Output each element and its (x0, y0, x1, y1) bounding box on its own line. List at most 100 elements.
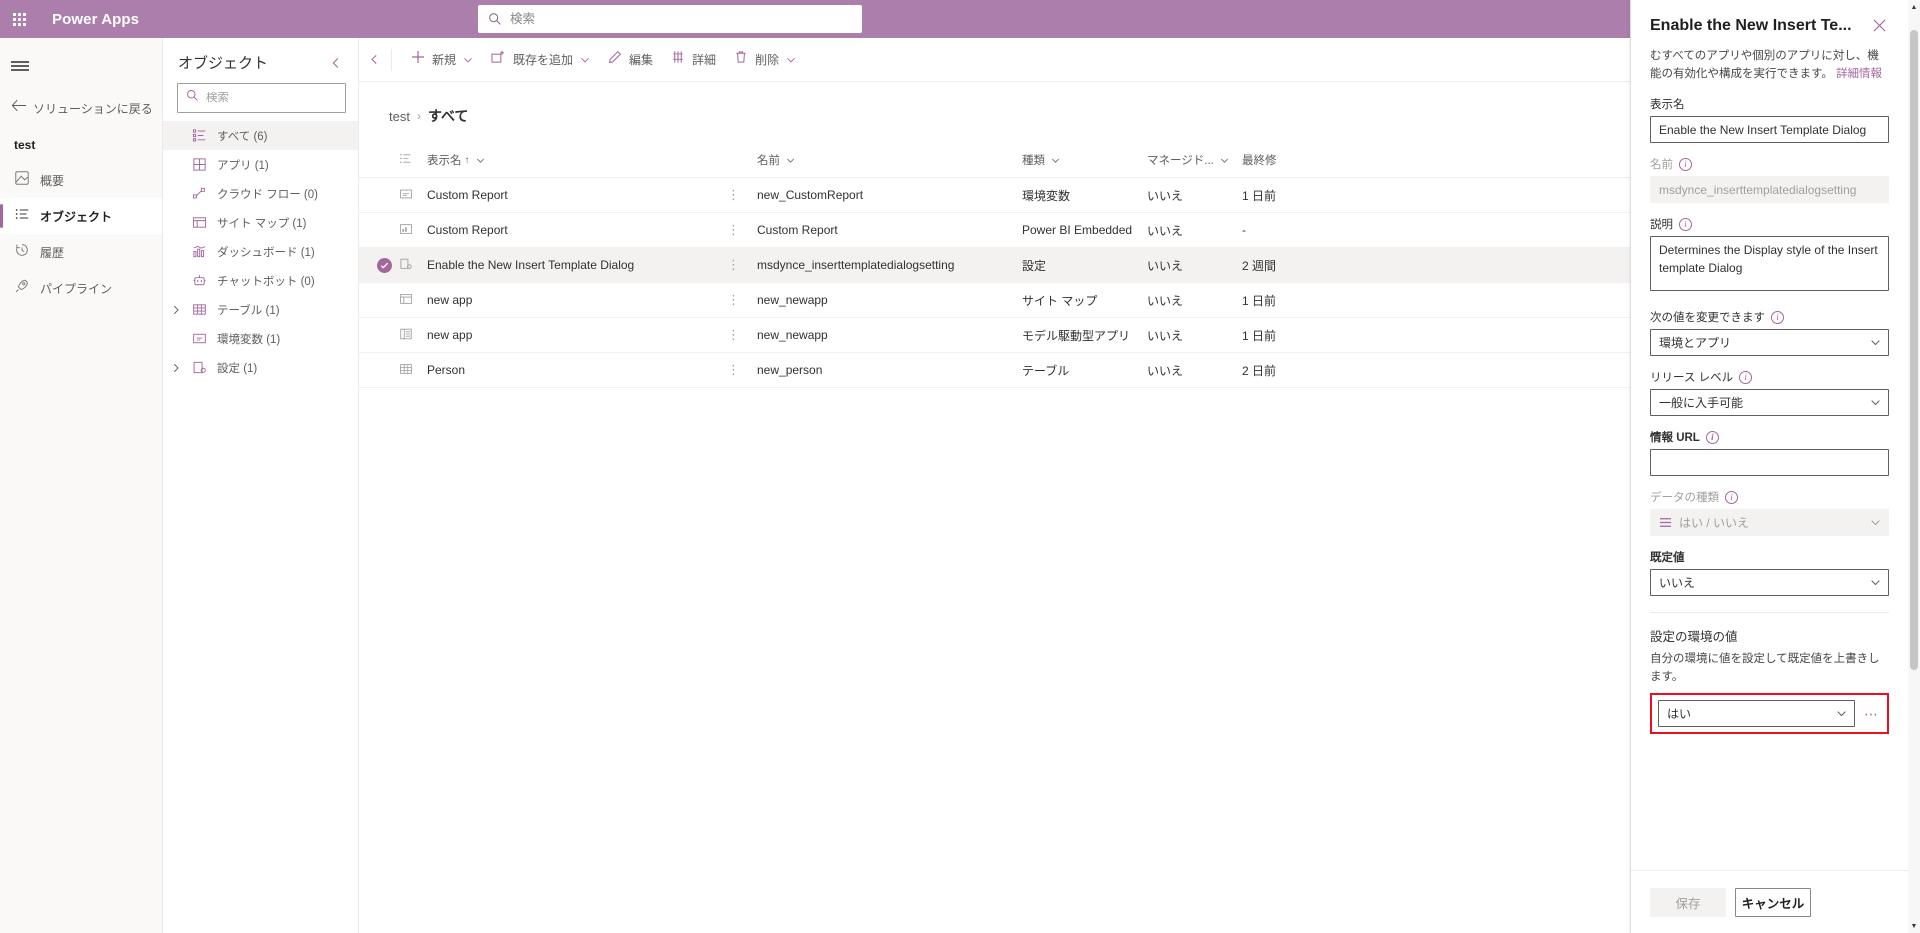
object-item-settings[interactable]: 設定 (1) (163, 353, 358, 382)
row-more-options[interactable]: ⋮ (727, 212, 757, 248)
row-display-name[interactable]: Person (427, 352, 727, 388)
object-item-environment-variables[interactable]: 環境変数 (1) (163, 324, 358, 353)
close-x-icon[interactable] (1862, 16, 1889, 35)
breadcrumb-root[interactable]: test (389, 109, 410, 124)
rocket-pipeline-icon (14, 278, 30, 299)
learn-more-link[interactable]: 詳細情報 (1836, 68, 1882, 80)
sidebar-item-pipelines[interactable]: パイプライン (0, 270, 162, 306)
edit-label: 編集 (629, 53, 654, 67)
object-item-sitemap[interactable]: サイト マップ (1) (163, 208, 358, 237)
row-display-name[interactable]: new app (427, 282, 727, 318)
global-search-box[interactable] (478, 5, 862, 33)
breadcrumb-current: すべて (427, 108, 469, 124)
info-icon[interactable]: i (1771, 310, 1784, 324)
chevron-down-icon[interactable] (1836, 700, 1847, 727)
search-input[interactable] (510, 12, 852, 26)
info-icon[interactable]: i (1679, 217, 1692, 231)
object-item-tables[interactable]: テーブル (1) (163, 295, 358, 324)
checkmark-selected-icon[interactable] (377, 257, 392, 273)
row-display-name[interactable]: Custom Report (427, 177, 727, 213)
row-more-options[interactable]: ⋮ (727, 247, 757, 283)
chevron-down-icon[interactable] (463, 55, 473, 65)
chevron-down-icon[interactable] (476, 156, 485, 165)
object-label-settings: 設定 (1) (217, 362, 258, 375)
sidebar-item-overview[interactable]: 概要 (0, 162, 162, 198)
objects-search-input[interactable] (206, 92, 337, 104)
chevron-down-icon[interactable] (1870, 329, 1881, 356)
sidebar-item-history[interactable]: 履歴 (0, 234, 162, 270)
column-managed[interactable]: マネージド... (1147, 152, 1242, 178)
info-icon[interactable]: i (1739, 370, 1753, 384)
panel-scrollbar[interactable]: ▲ ▼ (1908, 0, 1920, 933)
column-select-all[interactable] (359, 152, 399, 178)
release-level-dropdown[interactable]: 一般に入手可能 (1650, 389, 1889, 417)
env-value-more-icon[interactable]: ⋯ (1861, 707, 1881, 721)
object-item-apps[interactable]: アプリ (1) (163, 150, 358, 179)
object-item-chatbots[interactable]: チャットボット (0) (163, 266, 358, 295)
scope-dropdown[interactable]: 環境とアプリ (1650, 329, 1889, 357)
breadcrumb-separator: › (416, 109, 421, 123)
edit-button[interactable]: 編集 (599, 42, 662, 78)
chevron-right-icon[interactable] (171, 295, 181, 324)
waffle-menu-button[interactable] (0, 0, 38, 38)
column-row-icon (399, 152, 427, 178)
info-icon[interactable]: i (1725, 490, 1738, 504)
chevron-down-icon[interactable] (786, 55, 796, 65)
chevron-down-icon[interactable] (1051, 156, 1060, 165)
new-button[interactable]: 新規 (402, 42, 482, 78)
description-textarea[interactable]: Determines the Display style of the Inse… (1650, 236, 1889, 292)
details-button[interactable]: 詳細 (662, 42, 725, 78)
display-name-input[interactable] (1650, 116, 1889, 144)
object-item-all[interactable]: すべて (6) (163, 121, 358, 150)
delete-button[interactable]: 削除 (725, 42, 805, 78)
row-more-options[interactable]: ⋮ (727, 282, 757, 318)
chevron-left-icon[interactable] (326, 53, 346, 73)
object-item-dashboards[interactable]: ダッシュボード (1) (163, 237, 358, 266)
row-display-name[interactable]: Enable the New Insert Template Dialog (427, 247, 727, 283)
column-name[interactable]: 名前 (757, 152, 1022, 178)
row-type: 設定 (1022, 247, 1147, 283)
row-more-options[interactable]: ⋮ (727, 177, 757, 213)
scroll-up-arrow-icon[interactable]: ▲ (1908, 0, 1920, 14)
info-url-input[interactable] (1650, 449, 1889, 477)
chevron-right-icon[interactable] (171, 353, 181, 382)
objects-search-box[interactable] (177, 83, 346, 113)
panel-title: Enable the New Insert Te... (1650, 17, 1852, 34)
row-checkbox[interactable] (359, 317, 399, 353)
hamburger-icon[interactable] (0, 46, 40, 86)
chevron-down-icon[interactable] (1870, 569, 1881, 596)
chevron-down-icon[interactable] (1870, 389, 1881, 416)
sidebar-item-objects[interactable]: オブジェクト (0, 198, 162, 234)
row-checkbox[interactable] (359, 247, 399, 283)
grid-collapse-icon[interactable] (359, 54, 389, 65)
save-button[interactable]: 保存 (1650, 887, 1726, 917)
column-display-name[interactable]: 表示名 ↑ (427, 152, 727, 178)
row-more-options[interactable]: ⋮ (727, 317, 757, 353)
dashboard-chart-icon (191, 244, 208, 259)
env-value-dropdown[interactable]: はい (1658, 700, 1855, 728)
column-type[interactable]: 種類 (1022, 152, 1147, 178)
row-checkbox[interactable] (359, 212, 399, 248)
add-existing-button[interactable]: 既存を追加 (482, 42, 599, 78)
row-display-name[interactable]: new app (427, 317, 727, 353)
object-item-cloud-flows[interactable]: クラウド フロー (0) (163, 179, 358, 208)
chevron-down-icon[interactable] (786, 156, 795, 165)
row-name: new_person (757, 352, 1022, 388)
chatbot-icon (191, 273, 208, 288)
cancel-button[interactable]: キャンセル (1735, 887, 1811, 917)
scrollbar-thumb[interactable] (1910, 30, 1918, 670)
row-checkbox[interactable] (359, 352, 399, 388)
row-display-name[interactable]: Custom Report (427, 212, 727, 248)
row-name: new_CustomReport (757, 177, 1022, 213)
row-more-options[interactable]: ⋮ (727, 352, 757, 388)
row-checkbox[interactable] (359, 282, 399, 318)
back-to-solutions-link[interactable]: ソリューションに戻る (0, 92, 162, 124)
info-icon[interactable]: i (1679, 157, 1692, 171)
row-checkbox[interactable] (359, 177, 399, 213)
info-icon[interactable]: i (1705, 430, 1719, 444)
chevron-down-icon[interactable] (580, 55, 590, 65)
default-value-dropdown[interactable]: いいえ (1650, 569, 1889, 597)
chevron-down-icon[interactable] (1220, 156, 1229, 165)
scroll-down-arrow-icon[interactable]: ▼ (1908, 919, 1920, 933)
release-level-value: 一般に入手可能 (1659, 396, 1744, 411)
